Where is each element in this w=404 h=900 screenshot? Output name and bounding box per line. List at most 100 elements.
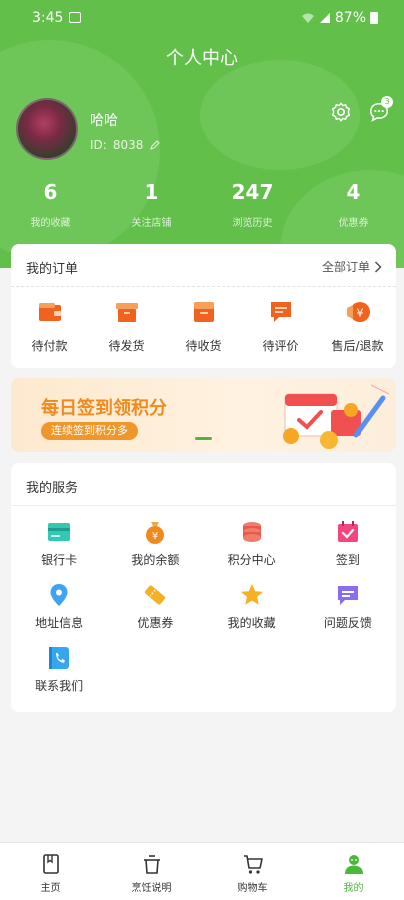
user-id-value: 8038	[112, 138, 144, 152]
stat-followed-shops[interactable]: 1 关注店铺	[101, 180, 202, 229]
package-icon	[193, 302, 214, 322]
service-label: 优惠券	[137, 616, 174, 630]
service-checkin[interactable]: 签到	[300, 519, 396, 568]
bottom-tab-bar: 主页 烹饪说明 购物车 我的	[0, 842, 404, 900]
service-label: 我的收藏	[227, 616, 276, 630]
banner-subtitle: 连续签到积分多	[41, 422, 138, 440]
stats-row: 6 我的收藏 1 关注店铺 247 浏览历史 4 优惠券	[0, 180, 404, 229]
tab-mine[interactable]: 我的	[303, 843, 404, 900]
user-icon	[344, 855, 363, 874]
orders-header: 我的订单 全部订单	[11, 244, 396, 287]
image-notification-icon	[69, 12, 81, 23]
status-indicators: 87%	[301, 10, 378, 26]
tab-label: 购物车	[237, 883, 268, 894]
profile-header: 3:45 87% 个人中心 哈哈 ID: 8038 3 6 我的收藏 1 关注店…	[0, 0, 404, 268]
carousel-indicator[interactable]	[195, 437, 212, 440]
order-item-pending-shipment[interactable]: 待发货	[88, 299, 165, 354]
order-label: 待评价	[262, 339, 299, 353]
calendar-check-icon	[337, 521, 358, 542]
stat-favorites[interactable]: 6 我的收藏	[0, 180, 101, 229]
service-favorites[interactable]: 我的收藏	[204, 582, 300, 631]
cart-icon	[243, 855, 263, 874]
all-orders-link[interactable]: 全部订单	[322, 258, 382, 275]
orders-title: 我的订单	[26, 262, 79, 277]
stat-history[interactable]: 247 浏览历史	[202, 180, 303, 229]
phone-icon	[49, 647, 70, 669]
message-badge: 3	[381, 96, 393, 108]
wallet-icon	[38, 303, 61, 321]
user-id-label: ID:	[90, 138, 107, 152]
box-icon	[115, 303, 138, 322]
service-points-center[interactable]: 积分中心	[204, 519, 300, 568]
bank-card-icon	[48, 523, 71, 541]
stat-value: 247	[231, 180, 274, 204]
battery-percent: 87%	[334, 10, 366, 26]
status-bar: 3:45 87%	[0, 0, 404, 36]
points-icon	[242, 522, 261, 542]
daily-checkin-banner[interactable]: 每日签到领积分 连续签到积分多	[11, 378, 396, 452]
tab-cart[interactable]: 购物车	[202, 843, 303, 900]
user-id: ID: 8038	[90, 138, 161, 152]
signal-icon	[319, 13, 330, 23]
money-bag-icon: ¥	[146, 522, 165, 544]
service-coupons[interactable]: 优惠券	[107, 582, 203, 631]
stat-label: 我的收藏	[30, 218, 71, 229]
status-time: 3:45	[32, 10, 64, 26]
service-feedback[interactable]: 问题反馈	[300, 582, 396, 631]
services-title: 我的服务	[26, 481, 79, 496]
service-bank-card[interactable]: 银行卡	[11, 519, 107, 568]
star-icon	[240, 584, 263, 605]
order-item-refund[interactable]: ¥ 售后/退款	[319, 299, 396, 354]
book-icon	[42, 854, 59, 874]
wifi-icon	[301, 13, 314, 23]
tab-label: 主页	[40, 883, 61, 894]
stat-value: 6	[43, 180, 58, 204]
banner-title: 每日签到领积分	[41, 398, 167, 419]
feedback-icon	[337, 586, 358, 605]
service-label: 问题反馈	[323, 616, 372, 630]
stat-label: 浏览历史	[232, 218, 273, 229]
coupon-icon	[145, 585, 166, 605]
stat-value: 1	[144, 180, 159, 204]
calendar-coins-illustration	[283, 384, 390, 449]
stat-label: 优惠券	[338, 218, 369, 229]
avatar[interactable]	[16, 98, 78, 160]
order-status-row: 待付款 待发货 待收货 待评价 ¥ 售后/退款	[11, 287, 396, 354]
order-label: 待发货	[108, 339, 145, 353]
service-label: 我的余额	[131, 553, 180, 567]
service-label: 签到	[335, 553, 360, 567]
edit-pencil-icon[interactable]	[149, 139, 161, 151]
order-item-pending-review[interactable]: 待评价	[242, 299, 319, 354]
refund-icon: ¥	[346, 302, 370, 322]
services-card: 我的服务 银行卡 ¥ 我的余额 积分中心 签到 地址信息 优惠券 我的收藏 问题…	[11, 463, 396, 712]
order-item-pending-receipt[interactable]: 待收货	[165, 299, 242, 354]
tab-label: 烹饪说明	[131, 883, 172, 894]
svg-text:¥: ¥	[152, 531, 158, 542]
comment-icon	[270, 302, 291, 322]
order-label: 待付款	[31, 339, 68, 353]
service-label: 银行卡	[41, 553, 78, 567]
settings-gear-icon[interactable]	[330, 101, 352, 123]
tab-home[interactable]: 主页	[0, 843, 101, 900]
order-label: 售后/退款	[331, 339, 384, 353]
service-label: 积分中心	[227, 553, 276, 567]
service-balance[interactable]: ¥ 我的余额	[107, 519, 203, 568]
service-address[interactable]: 地址信息	[11, 582, 107, 631]
services-grid: 银行卡 ¥ 我的余额 积分中心 签到 地址信息 优惠券 我的收藏 问题反馈 联系…	[11, 519, 396, 694]
orders-card: 我的订单 全部订单 待付款 待发货 待收货 待评价 ¥ 售后/退款	[11, 244, 396, 368]
tab-cooking-guide[interactable]: 烹饪说明	[101, 843, 202, 900]
battery-icon	[370, 12, 378, 24]
all-orders-label: 全部订单	[321, 260, 370, 274]
page-title: 个人中心	[166, 48, 238, 69]
order-item-pending-payment[interactable]: 待付款	[11, 299, 88, 354]
stat-label: 关注店铺	[131, 218, 172, 229]
order-label: 待收货	[185, 339, 222, 353]
service-contact[interactable]: 联系我们	[11, 645, 107, 694]
service-label: 联系我们	[35, 679, 84, 693]
stat-value: 4	[346, 180, 361, 204]
stat-coupons[interactable]: 4 优惠券	[303, 180, 404, 229]
svg-text:¥: ¥	[356, 307, 363, 320]
username: 哈哈	[90, 113, 118, 129]
cooking-icon	[143, 855, 160, 874]
divider	[11, 505, 396, 506]
